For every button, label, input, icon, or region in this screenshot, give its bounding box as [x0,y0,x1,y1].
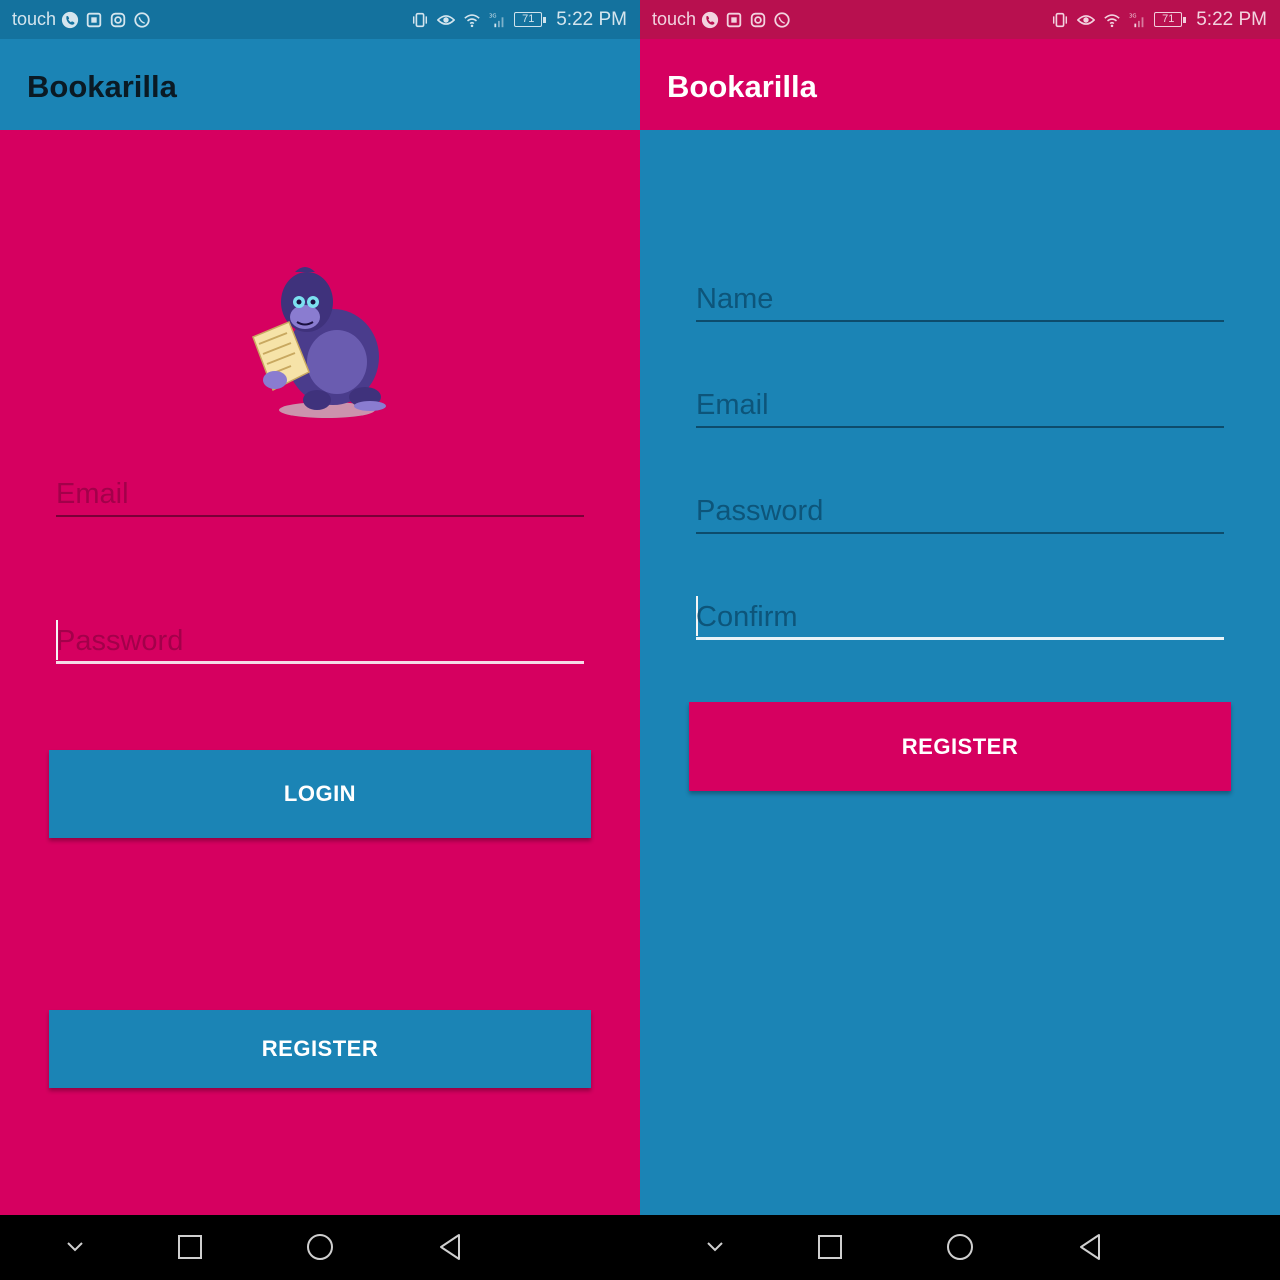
name-underline [696,320,1224,322]
battery-level: 71 [1154,12,1183,27]
sim-card-icon [724,10,744,30]
confirm-placeholder: Confirm [696,601,798,633]
email-input[interactable]: Email [696,376,1224,428]
sim-card-icon [84,10,104,30]
vibrate-icon [1050,10,1070,30]
wifi-icon [1102,10,1122,30]
app-bar: Bookarilla [0,39,640,130]
email-placeholder: Email [56,478,129,510]
phone-call-icon [700,10,720,30]
svg-text:3G: 3G [1129,13,1137,19]
eye-icon [436,10,456,30]
vibrate-icon [410,10,430,30]
square-icon[interactable] [170,1229,210,1265]
battery-icon: 71 [514,12,547,27]
carrier-label: touch [12,9,57,29]
app-title: Bookarilla [667,69,817,104]
password-placeholder: Password [696,495,824,527]
email-placeholder: Email [696,389,769,421]
confirm-password-input[interactable]: Confirm [696,588,1224,640]
chevron-down-icon[interactable] [695,1229,735,1265]
wifi-icon [462,10,482,30]
whatsapp-icon [132,10,152,30]
login-button[interactable]: LOGIN [49,750,591,838]
password-underline [56,661,584,664]
clock: 5:22 PM [1196,8,1267,30]
status-bar: touch 3G 71 5:22 PM [0,0,640,39]
app-title: Bookarilla [27,69,177,104]
email-underline [696,426,1224,428]
clock: 5:22 PM [556,8,627,30]
circle-icon[interactable] [940,1229,980,1265]
svg-text:3G: 3G [489,13,497,19]
back-triangle-icon[interactable] [1070,1229,1110,1265]
battery-level: 71 [514,12,543,27]
square-icon[interactable] [810,1229,850,1265]
navigation-bar [640,1215,1280,1280]
navigation-bar [0,1215,640,1280]
chevron-down-icon[interactable] [55,1229,95,1265]
name-placeholder: Name [696,283,774,315]
register-button[interactable]: REGISTER [689,702,1231,791]
battery-icon: 71 [1154,12,1187,27]
register-screen: touch 3G 71 5:22 PM Bookarilla Name Emai… [640,0,1280,1215]
phone-call-icon [60,10,80,30]
instagram-icon [748,10,768,30]
password-placeholder: Password [56,625,184,657]
eye-icon [1076,10,1096,30]
name-input[interactable]: Name [696,270,1224,322]
password-underline [696,532,1224,534]
app-bar: Bookarilla [640,39,1280,130]
email-underline [56,515,584,517]
whatsapp-icon [772,10,792,30]
back-triangle-icon[interactable] [430,1229,470,1265]
login-screen: touch 3G 71 5:22 PM Bookarilla Email Pas… [0,0,640,1215]
confirm-underline [696,637,1224,640]
instagram-icon [108,10,128,30]
password-input[interactable]: Password [696,482,1224,534]
register-button[interactable]: REGISTER [49,1010,591,1088]
gorilla-reading-logo [252,267,386,418]
circle-icon[interactable] [300,1229,340,1265]
signal-icon: 3G [1128,10,1148,30]
status-bar: touch 3G 71 5:22 PM [640,0,1280,39]
password-input[interactable]: Password [56,612,584,664]
carrier-label: touch [652,9,697,29]
signal-icon: 3G [488,10,508,30]
email-input[interactable]: Email [56,465,584,517]
